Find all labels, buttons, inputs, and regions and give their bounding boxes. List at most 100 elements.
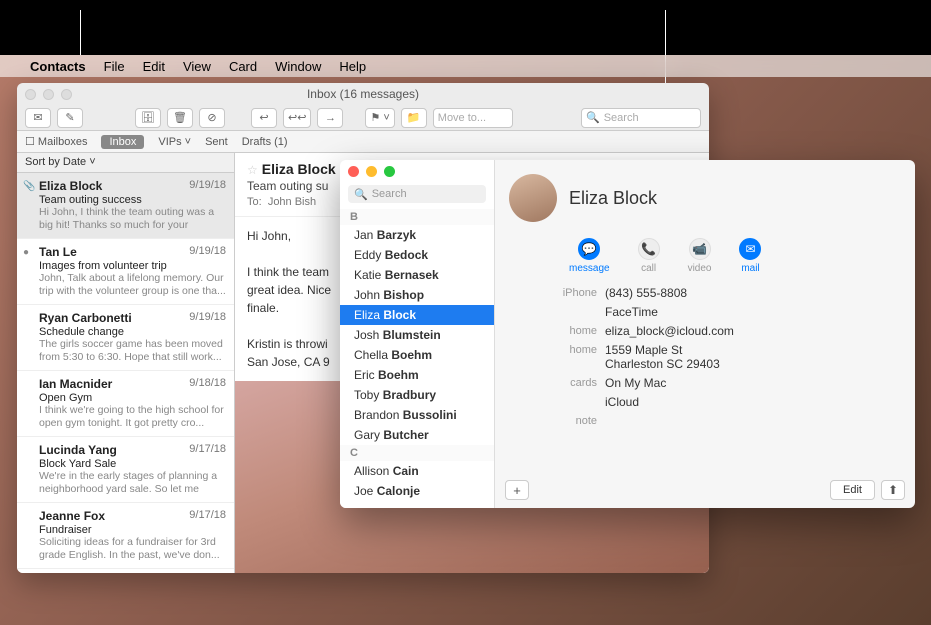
contact-list-item[interactable]: Allison Cain [340, 461, 494, 481]
message-item[interactable]: ● Tan Le 9/19/18 Images from volunteer t… [17, 239, 234, 305]
share-icon: ⬆ [888, 483, 898, 497]
contact-card: Eliza Block 💬message 📞call 📹video ✉mail … [495, 160, 915, 508]
moveto-button[interactable]: Move to... [433, 108, 513, 128]
message-subject: Team outing success [39, 194, 226, 206]
avatar[interactable] [509, 174, 557, 222]
contact-list-item[interactable]: Eddy Bedock [340, 245, 494, 265]
get-mail-button[interactable]: ✉ [25, 108, 51, 128]
field-label [517, 305, 597, 319]
fav-drafts[interactable]: Drafts (1) [242, 136, 288, 148]
message-subject: Block Yard Sale [39, 458, 226, 470]
card-field: note [517, 414, 901, 427]
add-button[interactable]: + [505, 480, 529, 500]
zoom-button[interactable] [384, 166, 395, 177]
menu-edit[interactable]: Edit [143, 59, 165, 74]
mail-action[interactable]: ✉mail [739, 238, 761, 274]
card-field: home 1559 Maple St Charleston SC 29403 [517, 343, 901, 371]
contacts-search[interactable]: 🔍Search [348, 185, 486, 203]
message-indicator-icon [23, 379, 33, 389]
message-date: 9/17/18 [189, 443, 226, 455]
video-action[interactable]: 📹video [688, 238, 712, 274]
card-field: iCloud [517, 395, 901, 409]
menu-view[interactable]: View [183, 59, 211, 74]
contacts-list-pane: 🔍Search BJan BarzykEddy BedockKatie Bern… [340, 160, 495, 508]
menu-file[interactable]: File [104, 59, 125, 74]
message-item[interactable]: Ian Macnider 9/18/18 Open Gym I think we… [17, 371, 234, 437]
close-button[interactable] [25, 89, 36, 100]
message-subject: Images from volunteer trip [39, 260, 226, 272]
contact-list-item[interactable]: Chella Boehm [340, 345, 494, 365]
zoom-button[interactable] [61, 89, 72, 100]
reply-button[interactable]: ↩ [251, 108, 277, 128]
card-field: home eliza_block@icloud.com [517, 324, 901, 338]
mailboxes-toggle[interactable]: ☐ Mailboxes [25, 135, 87, 148]
flag-button[interactable]: ⚑ ˅ [365, 108, 394, 128]
menubar: Contacts File Edit View Card Window Help [0, 55, 931, 77]
message-date: 9/19/18 [189, 245, 226, 257]
message-item[interactable]: 📎 Eliza Block 9/19/18 Team outing succes… [17, 173, 234, 239]
message-item[interactable]: Jeanne Fox 9/17/18 Fundraiser Soliciting… [17, 503, 234, 569]
forward-button[interactable]: → [317, 108, 343, 128]
minimize-button[interactable] [43, 89, 54, 100]
field-value[interactable]: On My Mac [605, 376, 666, 390]
message-preview-text: The girls soccer game has been moved fro… [39, 338, 226, 364]
app-menu[interactable]: Contacts [30, 59, 86, 74]
section-header: C [340, 445, 494, 461]
delete-button[interactable]: 🗑 [167, 108, 193, 128]
field-value[interactable]: 1559 Maple St Charleston SC 29403 [605, 343, 720, 371]
message-preview-text: I think we're going to the high school f… [39, 404, 226, 430]
contact-list-item[interactable]: Toby Bradbury [340, 385, 494, 405]
message-subject: Open Gym [39, 392, 226, 404]
fav-inbox[interactable]: Inbox [101, 135, 144, 149]
contact-list-item[interactable]: Eliza Block [340, 305, 494, 325]
vip-star-icon[interactable]: ☆ [247, 163, 258, 177]
archive-button[interactable]: 🗄 [135, 108, 161, 128]
share-button[interactable]: ⬆ [881, 480, 905, 500]
move-folder-icon[interactable]: 📁 [401, 108, 427, 128]
message-item[interactable]: Ryan Carbonetti 9/19/18 Schedule change … [17, 305, 234, 371]
menu-help[interactable]: Help [339, 59, 366, 74]
compose-button[interactable]: ✎ [57, 108, 83, 128]
fav-sent[interactable]: Sent [205, 136, 228, 148]
message-list: Sort by Date ˅ 📎 Eliza Block 9/19/18 Tea… [17, 153, 235, 573]
contact-list-item[interactable]: Jan Barzyk [340, 225, 494, 245]
field-value[interactable]: FaceTime [605, 305, 658, 319]
message-preview-text: Soliciting ideas for a fundraiser for 3r… [39, 536, 226, 562]
edit-button[interactable]: Edit [830, 480, 875, 500]
contact-list-item[interactable]: Gary Butcher [340, 425, 494, 445]
video-icon: 📹 [689, 238, 711, 260]
menu-card[interactable]: Card [229, 59, 257, 74]
message-date: 9/17/18 [189, 509, 226, 521]
message-indicator-icon: 📎 [23, 181, 33, 191]
close-button[interactable] [348, 166, 359, 177]
reply-all-button[interactable]: ↩↩ [283, 108, 311, 128]
mail-search[interactable]: 🔍Search [581, 108, 701, 128]
minimize-button[interactable] [366, 166, 377, 177]
field-label: home [517, 343, 597, 371]
contact-list-item[interactable]: Josh Blumstein [340, 325, 494, 345]
fav-vips[interactable]: VIPs ˅ [158, 136, 191, 148]
field-value[interactable]: iCloud [605, 395, 639, 409]
preview-sender: Eliza Block [262, 161, 336, 177]
call-action[interactable]: 📞call [638, 238, 660, 274]
contact-list-item[interactable]: Brandon Bussolini [340, 405, 494, 425]
field-label: note [517, 414, 597, 427]
message-item[interactable]: ★ Eddy Bedock 9/17/18 Coming to Town Hey… [17, 569, 234, 573]
message-indicator-icon [23, 445, 33, 455]
menu-window[interactable]: Window [275, 59, 321, 74]
card-field: FaceTime [517, 305, 901, 319]
mail-titlebar: Inbox (16 messages) [17, 83, 709, 105]
contact-list-item[interactable]: John Bishop [340, 285, 494, 305]
message-action[interactable]: 💬message [569, 238, 610, 274]
contact-list-item[interactable]: Eric Boehm [340, 365, 494, 385]
sort-header[interactable]: Sort by Date ˅ [17, 153, 234, 173]
junk-button[interactable]: ⊘ [199, 108, 225, 128]
message-indicator-icon: ● [23, 247, 33, 257]
contact-list-item[interactable]: Katie Bernasek [340, 265, 494, 285]
message-item[interactable]: Lucinda Yang 9/17/18 Block Yard Sale We'… [17, 437, 234, 503]
contact-list-item[interactable]: Joe Calonje [340, 481, 494, 501]
message-subject: Schedule change [39, 326, 226, 338]
message-icon: 💬 [578, 238, 600, 260]
field-value[interactable]: eliza_block@icloud.com [605, 324, 734, 338]
field-value[interactable]: (843) 555-8808 [605, 286, 687, 300]
